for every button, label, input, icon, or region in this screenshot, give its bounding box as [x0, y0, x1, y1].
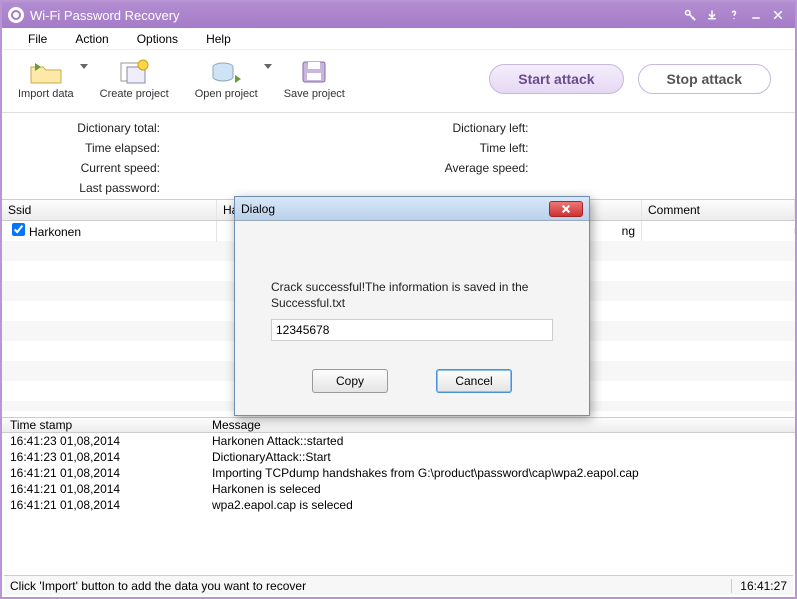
dialog-message: Crack successful!The information is save… — [271, 279, 553, 311]
average-speed-label: Average speed: — [399, 161, 529, 175]
stop-attack-button[interactable]: Stop attack — [638, 64, 771, 94]
cancel-button[interactable]: Cancel — [436, 369, 512, 393]
current-speed-label: Current speed: — [30, 161, 160, 175]
log-message: Harkonen is seleced — [212, 482, 795, 496]
chevron-down-icon[interactable] — [80, 64, 88, 69]
help-icon[interactable] — [723, 6, 745, 24]
time-elapsed-label: Time elapsed: — [30, 141, 160, 155]
toolbar: Import data Create project Open project … — [2, 50, 795, 113]
log-row[interactable]: 16:41:23 01,08,2014Harkonen Attack::star… — [2, 433, 795, 449]
save-project-label: Save project — [284, 88, 345, 100]
create-project-label: Create project — [100, 88, 169, 100]
row-comment — [642, 228, 795, 234]
import-data-button[interactable]: Import data — [14, 56, 78, 102]
log-message: Importing TCPdump handshakes from G:\pro… — [212, 466, 795, 480]
log-row[interactable]: 16:41:21 01,08,2014wpa2.eapol.cap is sel… — [2, 497, 795, 513]
menu-options[interactable]: Options — [125, 30, 190, 48]
statusbar: Click 'Import' button to add the data yo… — [4, 575, 793, 595]
dialog-result-input[interactable] — [271, 319, 553, 341]
titlebar[interactable]: Wi-Fi Password Recovery — [2, 2, 795, 28]
status-text: Click 'Import' button to add the data yo… — [10, 579, 731, 593]
result-dialog: Dialog Crack successful!The information … — [234, 196, 590, 416]
row-checkbox[interactable] — [12, 223, 25, 236]
log-message: Harkonen Attack::started — [212, 434, 795, 448]
log-timestamp: 16:41:21 01,08,2014 — [2, 466, 212, 480]
window-title: Wi-Fi Password Recovery — [30, 8, 679, 23]
log-header: Time stamp Message — [2, 417, 795, 433]
dialog-title: Dialog — [241, 202, 549, 216]
import-data-label: Import data — [18, 88, 74, 100]
open-project-button[interactable]: Open project — [191, 56, 262, 102]
log-row[interactable]: 16:41:21 01,08,2014Harkonen is seleced — [2, 481, 795, 497]
log-timestamp: 16:41:21 01,08,2014 — [2, 482, 212, 496]
download-icon[interactable] — [701, 6, 723, 24]
open-project-icon — [208, 58, 244, 86]
minimize-button[interactable] — [745, 6, 767, 24]
create-project-button[interactable]: Create project — [96, 56, 173, 102]
log-body[interactable]: 16:41:23 01,08,2014Harkonen Attack::star… — [2, 433, 795, 529]
save-project-button[interactable]: Save project — [280, 56, 349, 102]
col-comment[interactable]: Comment — [642, 200, 795, 220]
dialog-titlebar[interactable]: Dialog — [235, 197, 589, 221]
create-project-icon — [116, 58, 152, 86]
key-icon[interactable] — [679, 6, 701, 24]
log-row[interactable]: 16:41:21 01,08,2014Importing TCPdump han… — [2, 465, 795, 481]
log-row[interactable]: 16:41:23 01,08,2014DictionaryAttack::Sta… — [2, 449, 795, 465]
col-message[interactable]: Message — [212, 418, 795, 432]
status-clock: 16:41:27 — [731, 579, 787, 593]
log-timestamp: 16:41:23 01,08,2014 — [2, 434, 212, 448]
dict-left-label: Dictionary left: — [399, 121, 529, 135]
close-button[interactable] — [767, 6, 789, 24]
col-ssid[interactable]: Ssid — [2, 200, 217, 220]
dialog-close-button[interactable] — [549, 201, 583, 217]
row-ssid: Harkonen — [29, 225, 81, 239]
menubar: File Action Options Help — [2, 28, 795, 50]
open-project-label: Open project — [195, 88, 258, 100]
menu-file[interactable]: File — [16, 30, 59, 48]
log-timestamp: 16:41:21 01,08,2014 — [2, 498, 212, 512]
time-left-label: Time left: — [399, 141, 529, 155]
app-icon — [8, 7, 24, 23]
last-password-label: Last password: — [30, 181, 160, 195]
log-message: DictionaryAttack::Start — [212, 450, 795, 464]
dict-total-label: Dictionary total: — [30, 121, 160, 135]
col-timestamp[interactable]: Time stamp — [2, 418, 212, 432]
log-timestamp: 16:41:23 01,08,2014 — [2, 450, 212, 464]
menu-help[interactable]: Help — [194, 30, 243, 48]
log-message: wpa2.eapol.cap is seleced — [212, 498, 795, 512]
start-attack-button[interactable]: Start attack — [489, 64, 623, 94]
folder-import-icon — [28, 58, 64, 86]
save-project-icon — [296, 58, 332, 86]
menu-action[interactable]: Action — [63, 30, 120, 48]
copy-button[interactable]: Copy — [312, 369, 388, 393]
stats-panel: Dictionary total: Dictionary left: Time … — [2, 113, 795, 199]
chevron-down-icon[interactable] — [264, 64, 272, 69]
